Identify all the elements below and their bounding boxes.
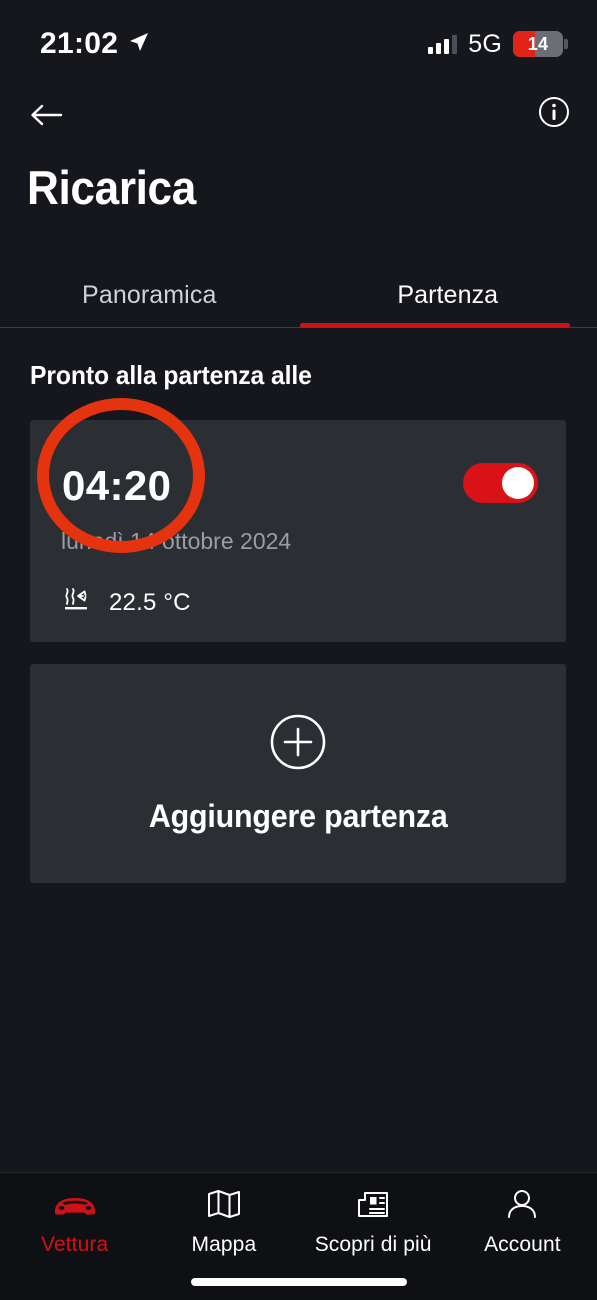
location-arrow-icon	[127, 30, 151, 59]
nav-label-account: Account	[484, 1233, 561, 1256]
network-type-label: 5G	[468, 29, 502, 58]
arrow-left-icon	[31, 104, 63, 126]
navigation-bar	[0, 92, 597, 144]
car-icon	[51, 1185, 99, 1223]
add-departure-label: Aggiungere partenza	[148, 797, 448, 834]
back-button[interactable]	[25, 92, 71, 138]
active-tab-indicator	[300, 323, 570, 328]
tab-panoramica[interactable]: Panoramica	[0, 262, 299, 328]
status-time: 21:02	[40, 27, 119, 60]
map-icon	[206, 1185, 242, 1223]
nav-item-mappa[interactable]: Mappa	[149, 1185, 298, 1269]
status-bar-right: 5G 14	[428, 29, 568, 59]
battery-icon: 14	[513, 31, 568, 57]
nav-item-account[interactable]: Account	[448, 1185, 597, 1269]
battery-percent-label: 14	[527, 33, 549, 54]
nav-label-vettura: Vettura	[41, 1233, 109, 1256]
departure-temperature: 22.5 °C	[109, 588, 191, 616]
home-indicator	[190, 1278, 407, 1286]
departure-card[interactable]: 04:20 lunedì 14 ottobre 2024 22.5 °C	[30, 420, 566, 642]
section-title: Pronto alla partenza alle	[30, 360, 312, 390]
nav-label-mappa: Mappa	[191, 1233, 257, 1256]
status-bar: 21:02 5G 14	[0, 0, 597, 88]
departure-date: lunedì 14 ottobre 2024	[61, 528, 292, 554]
departure-time: 04:20	[62, 462, 172, 509]
departure-toggle[interactable]	[463, 463, 538, 503]
toggle-knob	[502, 467, 534, 499]
newspaper-icon	[355, 1185, 391, 1223]
info-circle-icon	[539, 97, 569, 127]
person-icon	[505, 1185, 539, 1223]
info-button[interactable]	[536, 94, 572, 130]
page-title: Ricarica	[27, 161, 196, 214]
departure-climate-row: 22.5 °C	[61, 585, 191, 620]
plus-circle-icon	[269, 713, 327, 776]
defrost-icon	[61, 585, 91, 620]
nav-label-scopri-di-piu: Scopri di più	[314, 1233, 432, 1256]
app-screen: 21:02 5G 14 Ricarica Panoramica Partenza…	[0, 0, 597, 1300]
tab-bar: Panoramica Partenza	[0, 262, 597, 328]
tab-partenza[interactable]: Partenza	[299, 262, 597, 328]
bottom-navigation-bar: Vettura Mappa Scopri di più Account	[0, 1172, 597, 1300]
cellular-bars-icon	[428, 34, 458, 54]
status-bar-left: 21:02	[40, 27, 151, 61]
add-departure-card[interactable]: Aggiungere partenza	[30, 664, 566, 883]
nav-item-scopri-di-piu[interactable]: Scopri di più	[299, 1185, 448, 1269]
nav-item-vettura[interactable]: Vettura	[0, 1185, 149, 1269]
